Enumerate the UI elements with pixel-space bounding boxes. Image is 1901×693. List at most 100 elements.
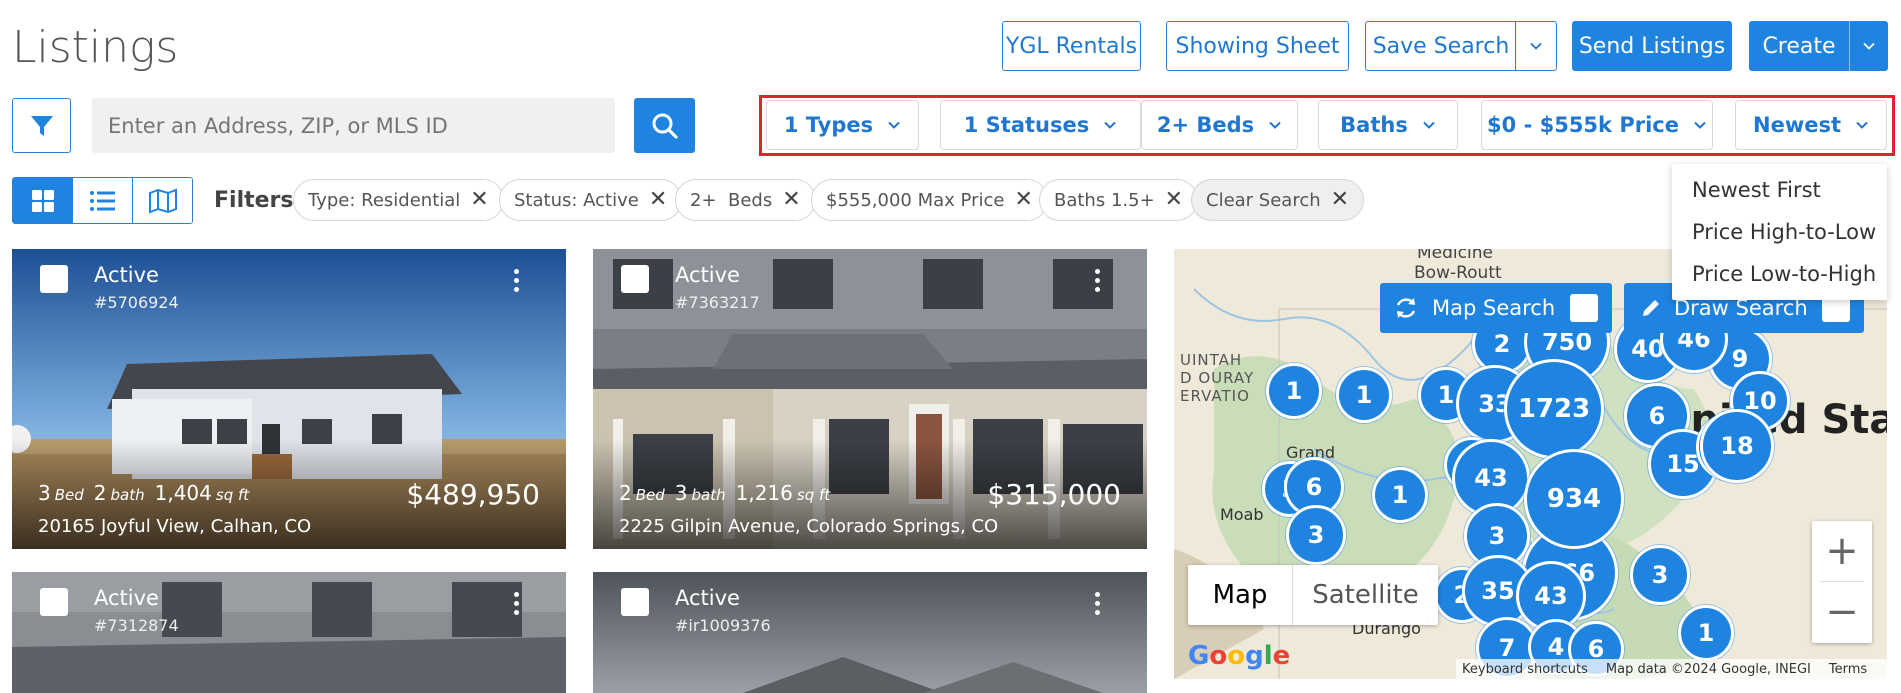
baths-value: 3 <box>674 481 688 505</box>
sort-option-price-low-to-high[interactable]: Price Low-to-High <box>1672 253 1887 295</box>
chevron-down-icon <box>1423 121 1435 129</box>
save-search-button[interactable]: Save Search <box>1365 21 1517 71</box>
statuses-filter-pill[interactable]: 1 Statuses <box>940 100 1141 150</box>
close-icon[interactable]: ✕ <box>782 189 800 211</box>
beds-unit: Bed <box>635 486 665 504</box>
chip-baths[interactable]: Baths 1.5+ ✕ <box>1039 179 1199 221</box>
map-place-label: ERVATIO <box>1180 387 1250 405</box>
showing-sheet-button[interactable]: Showing Sheet <box>1166 21 1349 71</box>
select-checkbox[interactable] <box>40 265 68 293</box>
baths-filter-pill[interactable]: Baths <box>1318 100 1458 150</box>
list-view-button[interactable] <box>73 178 133 223</box>
grid-view-button[interactable] <box>13 178 73 223</box>
chip-label: 2+ Beds <box>690 189 773 211</box>
map-view-button[interactable] <box>133 178 192 223</box>
beds-value: 3 <box>38 481 51 505</box>
map-cluster-marker[interactable]: 1 <box>1266 363 1322 419</box>
save-search-dropdown-button[interactable] <box>1515 21 1557 71</box>
map-search-checkbox[interactable] <box>1570 294 1598 322</box>
search-input[interactable] <box>92 98 615 153</box>
more-options-icon[interactable] <box>514 592 520 619</box>
chevron-down-icon <box>1269 121 1281 129</box>
listing-card[interactable]: Active #7312874 <box>12 572 566 693</box>
close-icon[interactable]: ✕ <box>1165 189 1183 211</box>
map-cluster-marker[interactable]: 3 <box>1630 545 1690 605</box>
filter-toggle-button[interactable] <box>12 98 71 153</box>
map-search-toggle[interactable]: Map Search <box>1380 283 1612 333</box>
map-type-satellite[interactable]: Satellite <box>1292 565 1438 625</box>
more-options-icon[interactable] <box>1095 592 1101 619</box>
map-cluster-marker[interactable]: 3 <box>1286 505 1346 565</box>
baths-unit: bath <box>110 486 145 504</box>
clear-search-chip[interactable]: Clear Search ✕ <box>1191 179 1365 221</box>
chevron-down-icon <box>1104 121 1116 129</box>
chevron-down-icon <box>888 121 900 129</box>
chip-beds[interactable]: 2+ Beds ✕ <box>675 179 816 221</box>
search-button[interactable] <box>634 98 695 153</box>
listing-meta: 3 Bed 2 bath 1,404 sq ft <box>38 481 259 505</box>
send-listings-button[interactable]: Send Listings <box>1572 21 1732 71</box>
listing-card[interactable]: Active #5706924 3 Bed 2 bath 1,404 sq ft $489… <box>12 249 566 549</box>
chip-type-residential[interactable]: Type: Residential ✕ <box>293 179 504 221</box>
map-cluster-marker[interactable]: 1723 <box>1504 359 1604 459</box>
chip-label: Clear Search <box>1206 189 1321 211</box>
create-button[interactable]: Create <box>1749 21 1849 71</box>
close-icon[interactable]: ✕ <box>470 189 488 211</box>
types-filter-pill[interactable]: 1 Types <box>766 100 919 150</box>
select-checkbox[interactable] <box>40 588 68 616</box>
zoom-in-button[interactable]: + <box>1812 521 1872 581</box>
terms-link[interactable]: Terms <box>1829 662 1867 677</box>
listing-mls: #ir1009376 <box>675 616 771 635</box>
beds-filter-pill[interactable]: 2+ Beds <box>1141 100 1298 150</box>
chip-label: Baths 1.5+ <box>1054 189 1155 211</box>
close-icon[interactable]: ✕ <box>1014 189 1032 211</box>
keyboard-shortcuts-link[interactable]: Keyboard shortcuts <box>1462 662 1588 677</box>
baths-unit: bath <box>691 486 726 504</box>
select-checkbox[interactable] <box>621 588 649 616</box>
sort-filter-pill[interactable]: Newest <box>1735 100 1887 150</box>
zoom-out-button[interactable]: − <box>1812 582 1872 642</box>
close-icon[interactable]: ✕ <box>649 189 667 211</box>
sort-option-newest-first[interactable]: Newest First <box>1672 169 1887 211</box>
grid-icon <box>32 189 54 212</box>
listing-status: Active <box>94 586 159 610</box>
map-type-control: Map Satellite <box>1188 565 1438 625</box>
map-type-map[interactable]: Map <box>1188 565 1292 625</box>
chip-label: $555,000 Max Price <box>826 189 1005 211</box>
price-filter-pill[interactable]: $0 - $555k Price <box>1481 100 1713 150</box>
map-cluster-marker[interactable]: 18 <box>1700 409 1774 483</box>
ygl-rentals-button[interactable]: YGL Rentals <box>1002 21 1141 71</box>
map-cluster-marker[interactable]: 934 <box>1524 449 1624 549</box>
listing-address[interactable]: 20165 Joyful View, Calhan, CO <box>38 516 311 537</box>
sqft-unit: sq ft <box>796 486 831 504</box>
map-data-attribution: Map data ©2024 Google, INEGI <box>1605 661 1811 677</box>
listing-card[interactable]: Active #7363217 2 Bed 3 bath 1,216 sq ft $315… <box>593 249 1147 549</box>
listing-address[interactable]: 2225 Gilpin Avenue, Colorado Springs, CO <box>619 516 998 537</box>
beds-unit: Bed <box>54 486 84 504</box>
refresh-icon <box>1396 298 1416 318</box>
map-cluster-marker[interactable]: 1 <box>1678 605 1734 661</box>
page-title: Listings <box>12 22 179 73</box>
chevron-down-icon <box>1694 121 1706 129</box>
create-dropdown-button[interactable] <box>1849 21 1888 71</box>
statuses-filter-label: 1 Statuses <box>963 113 1090 137</box>
map-cluster-marker[interactable]: 1 <box>1372 467 1428 523</box>
chip-label: Status: Active <box>514 189 639 211</box>
listing-card[interactable]: Active #ir1009376 <box>593 572 1147 693</box>
close-icon[interactable]: ✕ <box>1331 189 1349 211</box>
map-icon <box>148 188 177 213</box>
view-toggle-group <box>12 177 193 224</box>
map-cluster-marker[interactable]: 1 <box>1336 367 1392 423</box>
more-options-icon[interactable] <box>514 269 520 296</box>
chip-status-active[interactable]: Status: Active ✕ <box>499 179 683 221</box>
beds-filter-label: 2+ Beds <box>1156 113 1255 137</box>
sqft-value: 1,404 <box>154 481 212 505</box>
sort-option-price-high-to-low[interactable]: Price High-to-Low <box>1672 211 1887 253</box>
baths-value: 2 <box>93 481 107 505</box>
select-checkbox[interactable] <box>621 265 649 293</box>
more-options-icon[interactable] <box>1095 269 1101 296</box>
chip-label: Type: Residential <box>308 189 461 211</box>
zoom-control: + − <box>1812 521 1872 643</box>
chip-max-price[interactable]: $555,000 Max Price ✕ <box>811 179 1048 221</box>
map-place-label: Medicine <box>1417 249 1493 263</box>
